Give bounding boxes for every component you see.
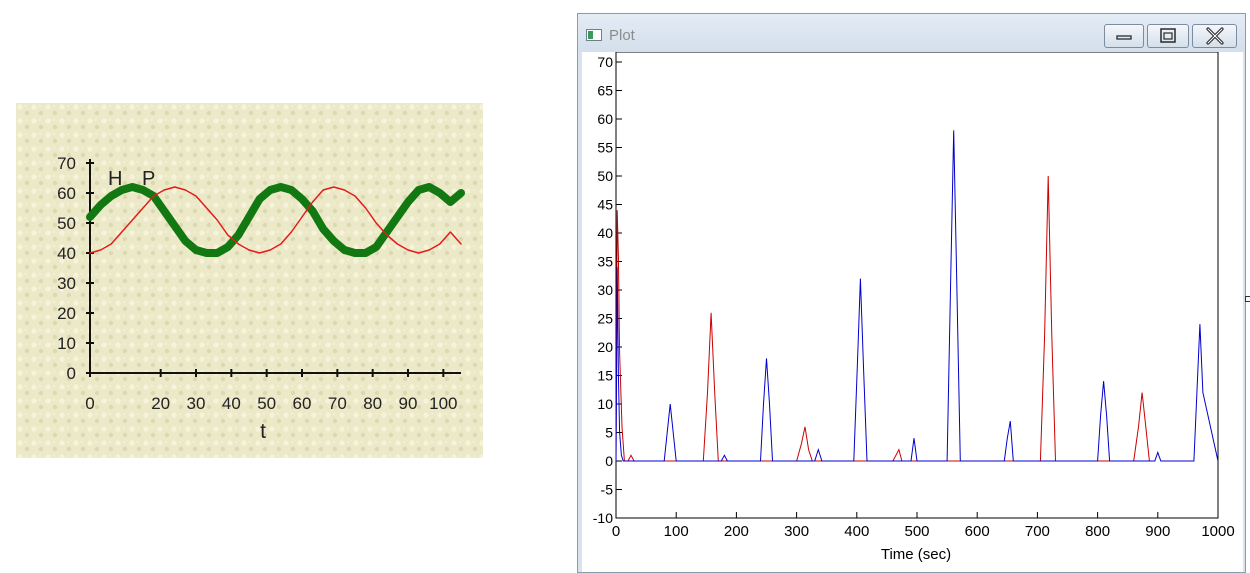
- x-tick-label: 20: [151, 394, 170, 413]
- x-tick-label: 700: [1025, 523, 1050, 540]
- x-tick-label: 70: [328, 394, 347, 413]
- x-tick-label: 200: [724, 523, 749, 540]
- y-tick-label: 15: [597, 368, 613, 384]
- y-tick-label: 55: [597, 140, 613, 156]
- y-tick-label: 50: [57, 214, 76, 233]
- y-tick-label: 0: [605, 453, 613, 469]
- window-edge-marker: [1245, 296, 1250, 302]
- plot-axes: [615, 52, 1219, 519]
- close-button[interactable]: [1192, 24, 1237, 48]
- y-tick-label: 70: [597, 54, 613, 70]
- plot-app-icon: [586, 29, 602, 41]
- y-tick-label: 0: [67, 364, 76, 383]
- x-tick-label: 600: [965, 523, 990, 540]
- y-tick-label: 40: [597, 225, 613, 241]
- x-tick-label: 1000: [1201, 523, 1234, 540]
- window-title: Plot: [609, 27, 635, 44]
- x-tick-label: 90: [399, 394, 418, 413]
- time-series-chart: -10-505101520253035404550556065700 100 200…: [593, 52, 1235, 563]
- wave-chart: 0102030405060700 20 30 40 50 60 70 80 90 100 H P …: [16, 103, 483, 458]
- y-tick-label: 50: [597, 168, 613, 184]
- x-tick-label: 400: [844, 523, 869, 540]
- x-tick-label: 800: [1085, 523, 1110, 540]
- x-tick-label: 100: [664, 523, 689, 540]
- x-tick-label: 60: [293, 394, 312, 413]
- x-axis-label: t: [260, 420, 266, 443]
- plot-series: [615, 130, 1219, 462]
- y-tick-label: 20: [57, 304, 76, 323]
- plot-tick-labels: -10-505101520253035404550556065700 100 200…: [593, 54, 1235, 540]
- x-tick-label: 300: [784, 523, 809, 540]
- x-tick-label: 80: [363, 394, 382, 413]
- x-tick-label: 30: [187, 394, 206, 413]
- series-label-p: P: [142, 168, 155, 190]
- maximize-icon: [1160, 28, 1176, 43]
- minimize-button[interactable]: [1104, 24, 1144, 48]
- y-tick-label: 40: [57, 244, 76, 263]
- x-tick-label: 900: [1145, 523, 1170, 540]
- y-tick-label: 30: [57, 274, 76, 293]
- series-label-h: H: [108, 168, 122, 190]
- minimize-icon: [1116, 35, 1132, 40]
- y-tick-label: 25: [597, 311, 613, 327]
- x-tick-label: 500: [904, 523, 929, 540]
- x-tick-label: 50: [257, 394, 276, 413]
- plot-frame: [615, 52, 1219, 519]
- close-icon: [1205, 27, 1224, 45]
- red-series-line: [615, 175, 1150, 462]
- y-tick-label: 35: [597, 254, 613, 270]
- x-tick-label: 40: [222, 394, 241, 413]
- y-tick-label: -10: [593, 510, 613, 526]
- y-tick-label: 60: [57, 184, 76, 203]
- y-tick-label: 20: [597, 339, 613, 355]
- title-bar[interactable]: Plot: [578, 14, 1245, 52]
- plot-area: -10 -5 0 5 10 15 20 25 30 35 40 45 50 55 60 65 70 0 100 200…: [582, 52, 1243, 572]
- y-tick-label: 30: [597, 282, 613, 298]
- y-tick-label: 70: [57, 154, 76, 173]
- plot-window[interactable]: Plot -10 -5 0 5 10 15 20 25 30 35 40 45 50 55 60 65 70 0 1…: [577, 13, 1246, 573]
- y-tick-label: 65: [597, 83, 613, 99]
- y-tick-label: 45: [597, 197, 613, 213]
- y-tick-label: -5: [601, 482, 614, 498]
- x-axis-title: Time (sec): [881, 546, 951, 563]
- x-tick-label: 0: [612, 523, 620, 540]
- x-tick-label: 100: [429, 394, 457, 413]
- maximize-button[interactable]: [1147, 24, 1189, 48]
- y-tick-label: 10: [57, 334, 76, 353]
- x-tick-label: 0: [85, 394, 94, 413]
- y-tick-label: 10: [597, 396, 613, 412]
- y-tick-label: 5: [605, 425, 613, 441]
- y-tick-label: 60: [597, 111, 613, 127]
